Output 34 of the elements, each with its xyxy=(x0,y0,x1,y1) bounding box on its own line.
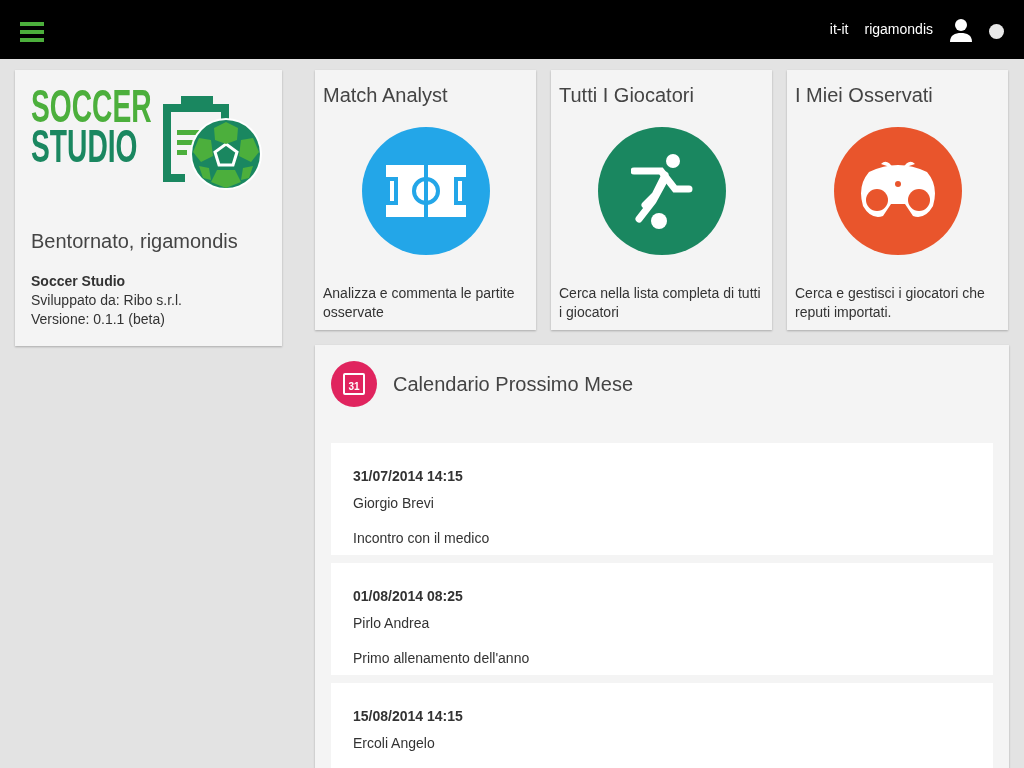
tile-description: Cerca nella lista completa di tutti i giocatori xyxy=(559,284,762,322)
event-description: Incontro con il medico xyxy=(353,529,491,547)
tile-title: Match Analyst xyxy=(323,83,449,108)
logo-text: STUDIO xyxy=(31,126,138,166)
logo-text: SOCCER xyxy=(31,86,152,126)
calendar-icon: 31 xyxy=(331,361,377,407)
tile-description: Analizza e commenta le partite osservate xyxy=(323,284,516,322)
locale-link[interactable]: it-it xyxy=(829,19,849,40)
event-datetime: 01/08/2014 08:25 xyxy=(353,587,464,605)
tile-title: I Miei Osservati xyxy=(795,83,934,108)
feature-tile[interactable]: I Miei Osservati Cerca e gestisci i giocatori che reputi importati. xyxy=(787,70,1008,330)
calendar-event[interactable]: 15/08/2014 14:15 Ercoli Angelo xyxy=(331,683,993,768)
event-description: Primo allenamento dell'anno xyxy=(353,649,531,667)
event-person: Giorgio Brevi xyxy=(353,494,435,512)
event-person: Ercoli Angelo xyxy=(353,734,436,752)
feature-tile[interactable]: Match Analyst Analizza e commenta le partite osservate xyxy=(315,70,536,330)
calendar-title: Calendario Prossimo Mese xyxy=(393,372,634,397)
calendar-event[interactable]: 31/07/2014 14:15 Giorgio Brevi Incontro con il medico xyxy=(331,443,993,555)
version-text: Versione: 0.1.1 (beta) xyxy=(31,310,166,329)
feature-tile[interactable]: Tutti I Giocatori Cerca nella lista completa di tutti i giocatori xyxy=(551,70,772,330)
username-link[interactable]: rigamondis xyxy=(864,19,933,40)
developer-text: Sviluppato da: Ribo s.r.l. xyxy=(31,291,183,310)
tile-description: Cerca e gestisci i giocatori che reputi importati. xyxy=(795,284,986,322)
event-person: Pirlo Andrea xyxy=(353,614,431,632)
app-name: Soccer Studio xyxy=(31,272,127,291)
tile-title: Tutti I Giocatori xyxy=(559,83,695,108)
event-datetime: 15/08/2014 14:15 xyxy=(353,707,464,725)
event-datetime: 31/07/2014 14:15 xyxy=(353,467,464,485)
calendar-event[interactable]: 01/08/2014 08:25 Pirlo Andrea Primo allenamento dell'anno xyxy=(331,563,993,675)
menu-icon[interactable] xyxy=(20,21,44,42)
user-icon[interactable] xyxy=(949,17,973,42)
pitch-icon xyxy=(385,165,466,217)
player-icon xyxy=(630,153,693,229)
welcome-text: Bentornato, rigamondis xyxy=(31,229,239,254)
